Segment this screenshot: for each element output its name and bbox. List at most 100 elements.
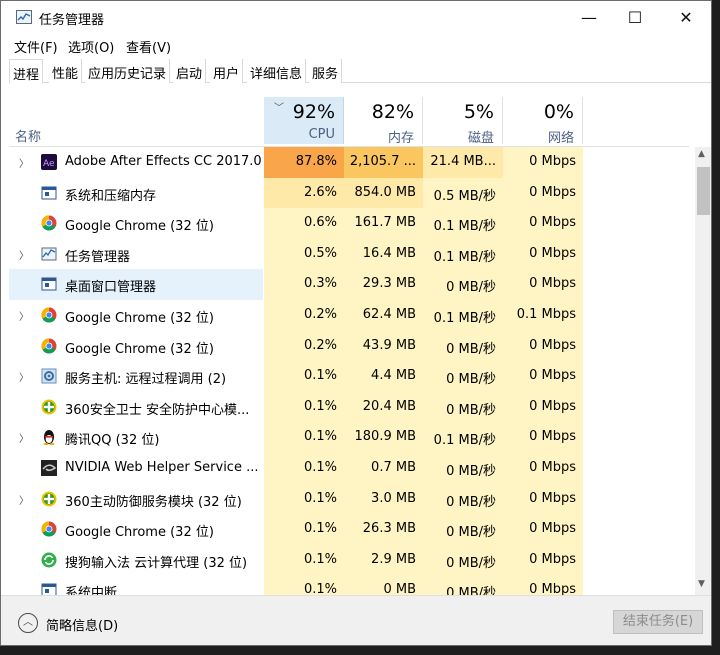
cpu-value: 0.1%	[264, 391, 344, 423]
process-name-cell[interactable]: 〉 服务主机: 远程过程调用 (2)	[9, 361, 263, 392]
expand-chevron-icon[interactable]: 〉	[19, 369, 29, 384]
disk-value: 0.1 MB/秒	[423, 300, 503, 331]
memory-value: 3.0 MB	[344, 483, 423, 515]
menu-options[interactable]: 选项(O)	[68, 37, 114, 56]
process-name-cell[interactable]: 系统和压缩内存	[9, 178, 263, 209]
sort-descending-icon: ﹀	[274, 103, 284, 114]
scrollbar-thumb[interactable]	[697, 167, 710, 215]
scroll-down-icon[interactable]: ▼	[698, 579, 705, 589]
cpu-value: 0.1%	[264, 361, 344, 392]
tab-details[interactable]: 详细信息	[247, 59, 307, 83]
process-name: 360主动防御服务模块 (32 位)	[65, 494, 242, 510]
menu-view[interactable]: 查看(V)	[126, 37, 171, 56]
end-task-button[interactable]: 结束任务(E)	[613, 610, 703, 634]
column-header-network[interactable]: 0% 网络	[503, 97, 583, 146]
network-value: 0.1 Mbps	[503, 300, 583, 331]
cpu-value: 0.2%	[264, 300, 344, 331]
memory-value: 29.3 MB	[344, 269, 423, 300]
system-window-icon	[41, 185, 57, 201]
process-name: 360安全卫士 安全防护中心模...	[65, 402, 250, 418]
close-button[interactable]: ✕	[663, 1, 709, 33]
process-row[interactable]: 〉 360主动防御服务模块 (32 位) 0.1% 3.0 MB 0 MB/秒 0 Mbp…	[1, 483, 695, 515]
expand-chevron-icon[interactable]: 〉	[19, 247, 29, 262]
expand-chevron-icon[interactable]: 〉	[19, 308, 29, 323]
column-header-disk[interactable]: 5% 磁盘	[423, 97, 503, 146]
chevron-up-icon[interactable]: ︿	[18, 613, 38, 633]
vertical-scrollbar[interactable]: ▲ ▼	[695, 147, 711, 595]
service-gear-icon	[41, 368, 57, 384]
process-row[interactable]: 〉 腾讯QQ (32 位) 0.1% 180.9 MB 0.1 MB/秒 0 Mbps	[1, 422, 695, 453]
column-header-name[interactable]: 名称	[15, 126, 41, 145]
disk-label: 磁盘	[467, 131, 494, 146]
tab-startup[interactable]: 启动	[173, 59, 207, 83]
expand-chevron-icon[interactable]: 〉	[19, 430, 29, 445]
column-header-memory[interactable]: 82% 内存	[344, 97, 423, 146]
memory-label: 内存	[387, 131, 414, 146]
process-name-cell[interactable]: 360安全卫士 安全防护中心模...	[9, 392, 263, 423]
memory-value: 4.4 MB	[344, 361, 423, 392]
tab-performance[interactable]: 性能	[49, 59, 83, 83]
cpu-value: 0.1%	[264, 483, 344, 515]
process-row[interactable]: 〉 Ae Adobe After Effects CC 2017.0 87.8% 2,1…	[1, 147, 695, 178]
qq-penguin-icon	[41, 429, 57, 446]
system-window-icon	[41, 276, 57, 292]
expand-chevron-icon[interactable]: 〉	[19, 492, 29, 507]
column-header-cpu[interactable]: ﹀ 92% CPU	[264, 97, 344, 144]
process-row[interactable]: 系统中断 0.1% 0 MB 0 MB/秒 0 Mbps	[1, 575, 695, 595]
process-name-cell[interactable]: 桌面窗口管理器	[9, 269, 263, 300]
fewer-details-link[interactable]: 简略信息(D)	[46, 615, 118, 634]
process-row[interactable]: 〉 服务主机: 远程过程调用 (2) 0.1% 4.4 MB 0 MB/秒 0 Mbps	[1, 361, 695, 392]
process-row[interactable]: Google Chrome (32 位) 0.2% 43.9 MB 0 MB/秒 0 M…	[1, 330, 695, 362]
process-name-cell[interactable]: 搜狗输入法 云计算代理 (32 位)	[9, 545, 263, 576]
window-title: 任务管理器	[39, 13, 105, 28]
process-name-cell[interactable]: Google Chrome (32 位)	[9, 514, 263, 545]
cpu-value: 0.3%	[264, 269, 344, 300]
process-list: 〉 Ae Adobe After Effects CC 2017.0 87.8% 2,1…	[1, 147, 695, 595]
maximize-button[interactable]: ☐	[612, 1, 658, 33]
process-row[interactable]: 〉 Google Chrome (32 位) 0.2% 62.4 MB 0.1 MB/秒…	[1, 300, 695, 331]
process-name-cell[interactable]: NVIDIA Web Helper Service ...	[9, 453, 263, 484]
disk-value: 0 MB/秒	[423, 361, 503, 392]
minimize-button[interactable]: —	[566, 1, 612, 33]
memory-value: 2.9 MB	[344, 544, 423, 576]
process-row[interactable]: 系统和压缩内存 2.6% 854.0 MB 0.5 MB/秒 0 Mbps	[1, 177, 695, 209]
process-name-cell[interactable]: 〉 腾讯QQ (32 位)	[9, 422, 263, 453]
process-row[interactable]: 〉 任务管理器 0.5% 16.4 MB 0.1 MB/秒 0 Mbps	[1, 238, 695, 270]
process-name: Google Chrome (32 位)	[65, 341, 214, 357]
disk-value: 0.1 MB/秒	[423, 208, 503, 239]
process-name-cell[interactable]: 〉 任务管理器	[9, 239, 263, 270]
process-row[interactable]: NVIDIA Web Helper Service ... 0.1% 0.7 MB 0…	[1, 453, 695, 484]
process-row[interactable]: 360安全卫士 安全防护中心模... 0.1% 20.4 MB 0 MB/秒 0 Mbp…	[1, 391, 695, 423]
task-manager-icon	[41, 246, 57, 262]
tab-app-history[interactable]: 应用历史记录	[85, 59, 171, 83]
process-row[interactable]: 搜狗输入法 云计算代理 (32 位) 0.1% 2.9 MB 0 MB/秒 0 Mbps	[1, 544, 695, 576]
menu-file[interactable]: 文件(F)	[14, 37, 58, 56]
network-total-percent: 0%	[543, 101, 574, 123]
disk-value: 0.1 MB/秒	[423, 422, 503, 453]
process-name: 腾讯QQ (32 位)	[65, 433, 160, 449]
process-name-cell[interactable]: 系统中断	[9, 575, 263, 595]
disk-value: 0 MB/秒	[423, 544, 503, 576]
process-name-cell[interactable]: Google Chrome (32 位)	[9, 208, 263, 239]
process-name-cell[interactable]: 〉 360主动防御服务模块 (32 位)	[9, 484, 263, 515]
tab-services[interactable]: 服务	[309, 59, 343, 83]
process-row[interactable]: Google Chrome (32 位) 0.6% 161.7 MB 0.1 MB/秒…	[1, 208, 695, 239]
tab-users[interactable]: 用户	[210, 59, 244, 83]
disk-total-percent: 5%	[463, 101, 494, 123]
title-bar[interactable]: 任务管理器 — ☐ ✕	[1, 1, 711, 34]
chrome-icon	[41, 338, 57, 354]
process-row[interactable]: 桌面窗口管理器 0.3% 29.3 MB 0 MB/秒 0 Mbps	[1, 269, 695, 300]
menu-bar: 文件(F) 选项(O) 查看(V)	[1, 34, 711, 56]
sogou-cloud-icon	[41, 552, 57, 568]
process-name-cell[interactable]: 〉 Ae Adobe After Effects CC 2017.0	[9, 147, 263, 178]
process-name-cell[interactable]: 〉 Google Chrome (32 位)	[9, 300, 263, 331]
tab-processes[interactable]: 进程	[9, 59, 44, 84]
disk-value: 0 MB/秒	[423, 269, 503, 300]
process-row[interactable]: Google Chrome (32 位) 0.1% 26.3 MB 0 MB/秒 0 M…	[1, 514, 695, 545]
memory-value: 16.4 MB	[344, 238, 423, 270]
process-name: Adobe After Effects CC 2017.0	[65, 154, 262, 169]
disk-value: 0 MB/秒	[423, 453, 503, 484]
process-name-cell[interactable]: Google Chrome (32 位)	[9, 331, 263, 362]
expand-chevron-icon[interactable]: 〉	[19, 155, 29, 170]
scroll-up-icon[interactable]: ▲	[698, 149, 705, 159]
